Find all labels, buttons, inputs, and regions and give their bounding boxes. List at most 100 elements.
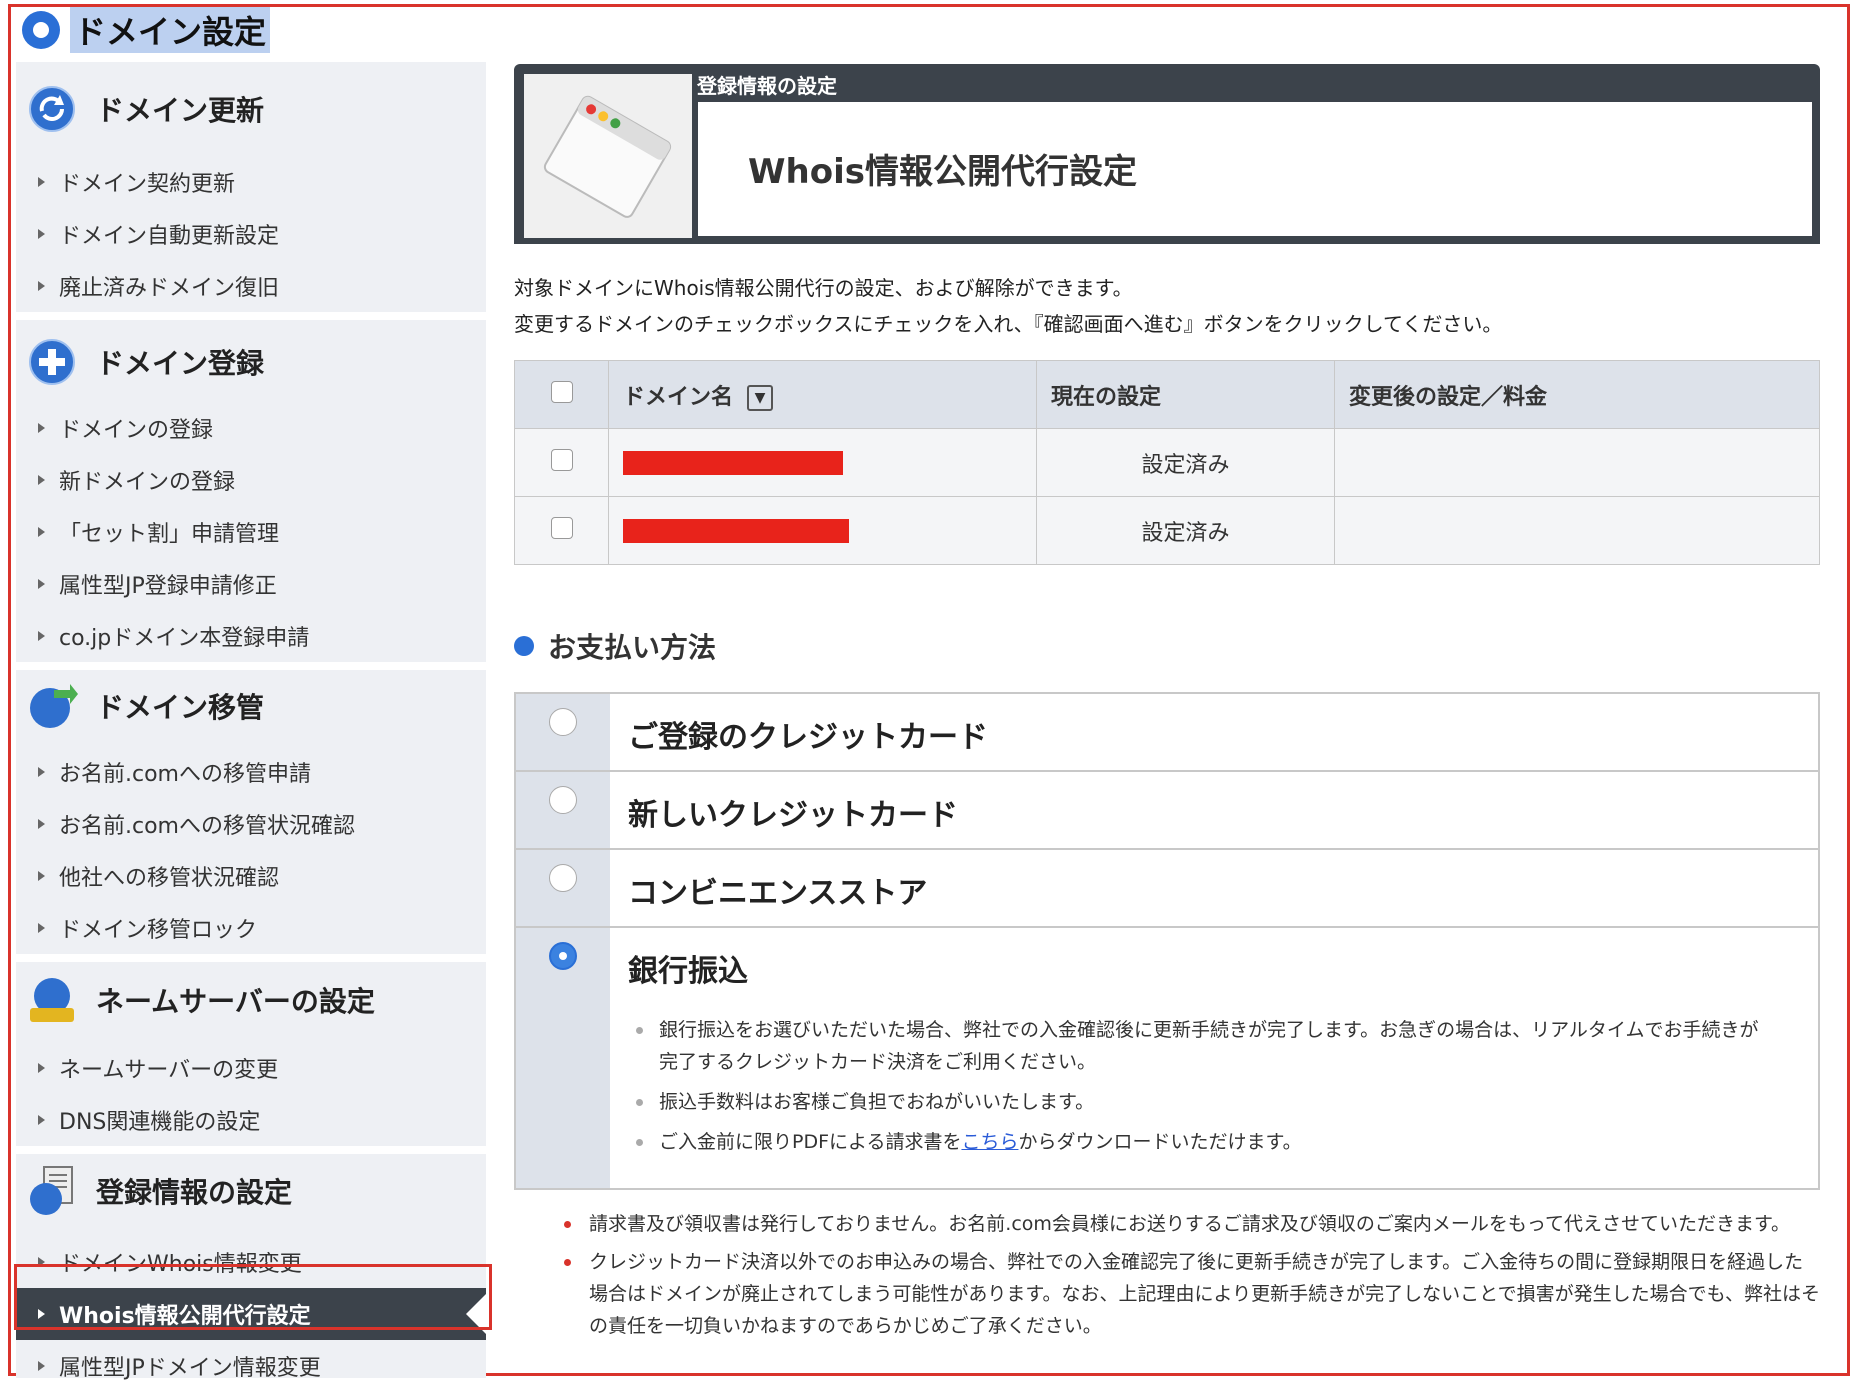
header-category-label: 登録情報の設定 <box>697 74 837 98</box>
sidebar-item-label: DNS関連機能の設定 <box>59 1110 261 1135</box>
sidebar-item-new-domain[interactable]: 新ドメインの登録 <box>16 454 486 506</box>
payment-option-bank-transfer[interactable]: 銀行振込 銀行振込をお選びいただいた場合、弊社での入金確認後に更新手続きが完了し… <box>516 928 1818 1188</box>
sidebar-item-label: ドメイン移管ロック <box>59 918 258 943</box>
note-text: 銀行振込をお選びいただいた場合、弊社での入金確認後に更新手続きが完了します。お急… <box>659 1019 1759 1073</box>
sidebar-section-renewal: ドメイン更新 ドメイン契約更新 ドメイン自動更新設定 廃止済みドメイン復旧 <box>16 62 486 320</box>
active-item-highlight-frame <box>14 1264 492 1330</box>
sidebar-item-transfer-status[interactable]: お名前.comへの移管状況確認 <box>16 798 486 850</box>
sidebar-section-header: ドメイン移管 <box>16 666 486 746</box>
payment-option-new-card[interactable]: 新しいクレジットカード <box>516 772 1818 850</box>
sidebar-item-other-transfer[interactable]: 他社への移管状況確認 <box>16 850 486 902</box>
arrow-right-icon <box>38 229 45 239</box>
payment-option-convenience-store[interactable]: コンビニエンスストア <box>516 850 1818 928</box>
sidebar-section-header: ドメイン更新 <box>16 62 486 156</box>
sidebar-item-label: お名前.comへの移管状況確認 <box>59 814 355 839</box>
sidebar-item-label: 新ドメインの登録 <box>59 470 236 495</box>
sidebar-item-restore[interactable]: 廃止済みドメイン復旧 <box>16 260 486 312</box>
radio-new-card[interactable] <box>549 786 577 814</box>
after-setting-header: 変更後の設定／料金 <box>1334 360 1820 429</box>
redacted-domain-name <box>623 519 849 543</box>
domain-name-cell <box>608 428 1037 497</box>
current-setting-header: 現在の設定 <box>1036 360 1335 429</box>
sidebar-item-label: ドメインの登録 <box>59 418 214 443</box>
plus-globe-icon <box>26 336 78 388</box>
radio-bank-transfer[interactable] <box>549 942 577 970</box>
bullet-icon <box>636 1139 643 1146</box>
sort-down-icon[interactable]: ▼ <box>747 384 774 411</box>
column-header-label: ドメイン名 <box>623 384 734 410</box>
sidebar-item-jp-info-change[interactable]: 属性型JPドメイン情報変更 <box>16 1340 486 1382</box>
radio-convenience-store[interactable] <box>549 864 577 892</box>
sidebar-item-domain-register[interactable]: ドメインの登録 <box>16 402 486 454</box>
arrow-right-icon <box>38 631 45 641</box>
sidebar-section-nameserver: ネームサーバーの設定 ネームサーバーの変更 DNS関連機能の設定 <box>16 958 486 1154</box>
sidebar-item-set-discount[interactable]: 「セット割」申請管理 <box>16 506 486 558</box>
after-setting-cell <box>1334 496 1820 565</box>
sidebar-item-auto-renewal[interactable]: ドメイン自動更新設定 <box>16 208 486 260</box>
row-checkbox[interactable] <box>550 448 573 471</box>
select-all-cell <box>514 360 609 429</box>
bullet-icon <box>636 1027 643 1034</box>
registration-info-icon <box>26 1165 78 1217</box>
sidebar-section-title: ドメイン移管 <box>96 691 265 724</box>
invoice-download-link[interactable]: こちら <box>961 1131 1018 1153</box>
sidebar-item-contract-renewal[interactable]: ドメイン契約更新 <box>16 156 486 208</box>
sidebar-section-registration: ドメイン登録 ドメインの登録 新ドメインの登録 「セット割」申請管理 属性型JP… <box>16 322 486 670</box>
arrow-right-icon <box>38 423 45 433</box>
header-title: Whois情報公開代行設定 <box>748 152 1137 192</box>
arrow-right-icon <box>38 579 45 589</box>
description-line: 対象ドメインにWhois情報公開代行の設定、および解除ができます。 <box>514 276 1133 300</box>
sidebar-item-transfer-lock[interactable]: ドメイン移管ロック <box>16 902 486 954</box>
sidebar-section-header: 登録情報の設定 <box>16 1146 486 1236</box>
sidebar-item-transfer-request[interactable]: お名前.comへの移管申請 <box>16 746 486 798</box>
sidebar-item-cojp-register[interactable]: co.jpドメイン本登録申請 <box>16 610 486 662</box>
arrow-right-icon <box>38 177 45 187</box>
sidebar-item-label: ドメイン契約更新 <box>59 172 236 197</box>
page-title-bar: ドメイン設定 <box>22 7 271 53</box>
arrow-right-icon <box>38 1063 45 1073</box>
header-title-panel: Whois情報公開代行設定 <box>698 102 1812 236</box>
bottom-notes: 請求書及び領収書は発行しておりません。お名前.com会員様にお送りするご請求及び… <box>564 1208 1820 1348</box>
table-row: 設定済み <box>514 428 1820 497</box>
arrow-right-icon <box>38 871 45 881</box>
payment-heading-text: お支払い方法 <box>548 631 717 664</box>
domain-table: ドメイン名 ▼ 現在の設定 変更後の設定／料金 設定済み 設定済み <box>514 360 1820 565</box>
list-item: クレジットカード決済以外でのお申込みの場合、弊社での入金確認完了後に更新手続きが… <box>564 1246 1820 1342</box>
arrow-right-icon <box>38 1361 45 1371</box>
list-item: 銀行振込をお選びいただいた場合、弊社での入金確認後に更新手続きが完了します。お急… <box>636 1014 1776 1078</box>
bullet-icon <box>514 636 534 656</box>
refresh-globe-icon <box>26 83 78 135</box>
list-item: ご入金前に限りPDFによる請求書をこちらからダウンロードいただけます。 <box>636 1126 1776 1158</box>
sidebar-item-label: お名前.comへの移管申請 <box>59 762 311 787</box>
description-line: 変更するドメインのチェックボックスにチェックを入れ、『確認画面へ進む』ボタンをク… <box>514 312 1503 336</box>
payment-option-registered-card[interactable]: ご登録のクレジットカード <box>516 694 1818 772</box>
select-all-checkbox[interactable] <box>550 380 573 403</box>
domain-name-header[interactable]: ドメイン名 ▼ <box>608 360 1037 429</box>
current-setting-cell: 設定済み <box>1036 428 1335 497</box>
arrow-right-icon <box>38 281 45 291</box>
domain-name-cell <box>608 496 1037 565</box>
sidebar-item-label: ドメイン自動更新設定 <box>59 224 280 249</box>
row-select-cell <box>514 428 609 497</box>
page-title: ドメイン設定 <box>70 7 271 53</box>
sidebar-item-dns-settings[interactable]: DNS関連機能の設定 <box>16 1094 486 1146</box>
sidebar-item-jp-fix[interactable]: 属性型JP登録申請修正 <box>16 558 486 610</box>
sidebar-item-label: 属性型JPドメイン情報変更 <box>59 1356 321 1381</box>
browser-window-icon <box>524 74 692 238</box>
nameserver-icon <box>26 974 78 1026</box>
sidebar-section-header: ドメイン登録 <box>16 322 486 402</box>
sidebar-section-title: ドメイン登録 <box>96 347 265 380</box>
radio-registered-card[interactable] <box>549 708 577 736</box>
arrow-right-icon <box>38 475 45 485</box>
payment-option-label: 新しいクレジットカード <box>628 798 958 833</box>
row-checkbox[interactable] <box>550 516 573 539</box>
arrow-right-icon <box>38 923 45 933</box>
sidebar-section-title: ドメイン更新 <box>96 94 265 127</box>
sidebar-item-ns-change[interactable]: ネームサーバーの変更 <box>16 1042 486 1094</box>
note-text-pre: ご入金前に限りPDFによる請求書を <box>659 1131 962 1153</box>
payment-option-label: 銀行振込 <box>628 954 748 989</box>
title-bullet-icon <box>22 11 60 49</box>
transfer-globe-icon <box>26 680 78 732</box>
note-text: ご入金前に限りPDFによる請求書をこちらからダウンロードいただけます。 <box>659 1126 1302 1158</box>
current-setting-cell: 設定済み <box>1036 496 1335 565</box>
